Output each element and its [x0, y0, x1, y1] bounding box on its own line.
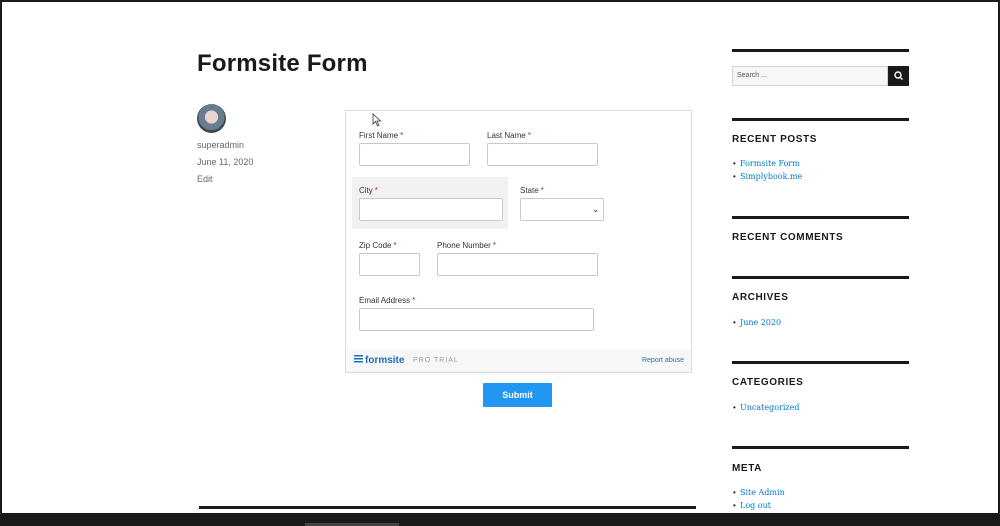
phone-label: Phone Number *: [437, 241, 496, 250]
formsite-logo-icon: [354, 355, 363, 364]
formsite-embed: First Name * Last Name * City * State * ⌄ Zi…: [345, 110, 692, 373]
report-abuse-link[interactable]: Report abuse: [642, 357, 684, 364]
state-label: State *: [520, 186, 544, 195]
last-name-label: Last Name *: [487, 131, 531, 140]
categories-heading: CATEGORIES: [732, 377, 804, 388]
first-name-input[interactable]: [359, 143, 470, 166]
last-name-input[interactable]: [487, 143, 598, 166]
first-name-label: First Name *: [359, 131, 404, 140]
submit-button[interactable]: Submit: [483, 383, 552, 407]
bullet: •: [733, 488, 736, 497]
recent-post-link[interactable]: Formsite Form: [740, 159, 800, 168]
recent-comments-heading: RECENT COMMENTS: [732, 232, 844, 243]
email-label: Email Address *: [359, 296, 416, 305]
city-input[interactable]: [359, 198, 503, 221]
content-divider: [199, 506, 696, 509]
bullet: •: [733, 318, 736, 327]
log-out-link[interactable]: Log out: [740, 501, 771, 510]
pro-trial-label: PRO TRIAL: [413, 357, 459, 364]
meta-heading: META: [732, 463, 762, 474]
sidebar-divider: [732, 216, 909, 219]
taskbar: [0, 513, 1000, 526]
state-select[interactable]: ⌄: [520, 198, 604, 221]
post-date[interactable]: June 11, 2020: [197, 157, 253, 167]
search-icon: [894, 71, 903, 80]
bullet: •: [733, 403, 736, 412]
phone-input[interactable]: [437, 253, 598, 276]
formsite-logo[interactable]: formsite: [354, 355, 404, 366]
site-admin-link[interactable]: Site Admin: [740, 488, 785, 497]
bullet: •: [733, 501, 736, 510]
email-input[interactable]: [359, 308, 594, 331]
search-button[interactable]: [888, 66, 909, 86]
page: Formsite Form superadmin June 11, 2020 E…: [2, 2, 998, 513]
archives-heading: ARCHIVES: [732, 292, 789, 303]
sidebar-divider: [732, 118, 909, 121]
category-link[interactable]: Uncategorized: [740, 403, 799, 412]
page-title: Formsite Form: [197, 50, 368, 77]
zip-input[interactable]: [359, 253, 420, 276]
zip-label: Zip Code *: [359, 241, 397, 250]
avatar: [197, 104, 226, 133]
edit-link[interactable]: Edit: [197, 174, 213, 184]
search-input[interactable]: Search ...: [732, 66, 888, 86]
archive-link[interactable]: June 2020: [740, 318, 781, 327]
recent-post-link[interactable]: Simplybook.me: [740, 172, 802, 181]
recent-posts-heading: RECENT POSTS: [732, 134, 817, 145]
mouse-pointer-icon: [372, 113, 382, 127]
sidebar-divider: [732, 49, 909, 52]
sidebar-divider: [732, 361, 909, 364]
sidebar-divider: [732, 446, 909, 449]
bullet: •: [733, 172, 736, 181]
city-label: City *: [359, 186, 378, 195]
post-author[interactable]: superadmin: [197, 140, 244, 150]
chevron-down-icon: ⌄: [592, 205, 599, 214]
sidebar-divider: [732, 276, 909, 279]
form-footer: formsite PRO TRIAL Report abuse: [346, 349, 691, 372]
bullet: •: [733, 159, 736, 168]
